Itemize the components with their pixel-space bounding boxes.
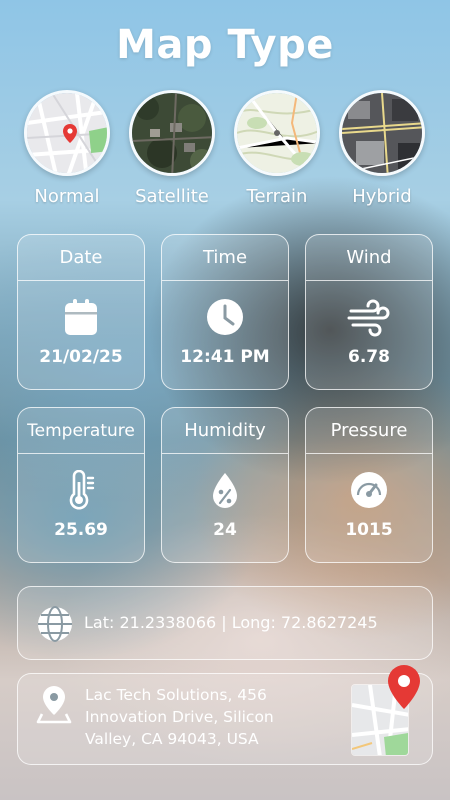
humidity-value: 24 [213,520,237,540]
humidity-label: Humidity [162,408,288,454]
temperature-label: Temperature [18,408,144,454]
pressure-card: Pressure 1015 [305,407,433,563]
map-type-label: Terrain [246,186,308,207]
temperature-value: 25.69 [54,520,108,540]
map-type-satellite[interactable]: Satellite [122,90,222,207]
map-type-terrain[interactable]: Terrain [227,90,327,207]
clock-icon [207,299,243,335]
satellite-map-thumbnail [129,90,215,176]
date-value: 21/02/25 [39,347,123,367]
wind-card: Wind 6.78 [305,234,433,390]
time-label: Time [162,235,288,281]
address-card[interactable]: Lac Tech Solutions, 456 Innovation Drive… [17,665,433,765]
temperature-card: Temperature 25.69 [17,407,145,563]
hybrid-map-thumbnail [339,90,425,176]
time-card: Time 12:41 PM [161,234,289,390]
map-type-label: Normal [34,186,100,207]
map-marker-icon [388,665,420,709]
thermometer-icon [69,470,95,510]
wind-value: 6.78 [348,347,390,367]
location-pin-icon [36,686,72,724]
globe-icon [38,606,72,642]
terrain-map-thumbnail [234,90,320,176]
address-line: Innovation Drive, Silicon [85,708,274,726]
address-text: Lac Tech Solutions, 456 Innovation Drive… [85,684,325,750]
humidity-drop-icon [213,473,237,508]
pressure-label: Pressure [306,408,432,454]
date-card: Date 21/02/25 [17,234,145,390]
date-label: Date [18,235,144,281]
wind-label: Wind [306,235,432,281]
coordinates-text: Lat: 21.2338066 | Long: 72.8627245 [84,613,378,632]
address-line: Lac Tech Solutions, 456 [85,686,267,704]
address-line: Valley, CA 94043, USA [85,730,259,748]
map-type-selector: Normal Satellite Terrain Hybrid [0,90,450,220]
coordinates-card: Lat: 21.2338066 | Long: 72.8627245 [17,586,433,660]
page-title: Map Type [116,22,334,68]
humidity-card: Humidity 24 [161,407,289,563]
map-type-hybrid[interactable]: Hybrid [332,90,432,207]
time-value: 12:41 PM [180,347,270,367]
normal-map-thumbnail [24,90,110,176]
pressure-value: 1015 [345,520,393,540]
map-type-label: Hybrid [352,186,412,207]
map-type-label: Satellite [135,186,209,207]
map-type-normal[interactable]: Normal [17,90,117,207]
wind-icon [347,299,390,337]
gauge-icon [351,472,387,508]
calendar-icon [65,299,97,335]
